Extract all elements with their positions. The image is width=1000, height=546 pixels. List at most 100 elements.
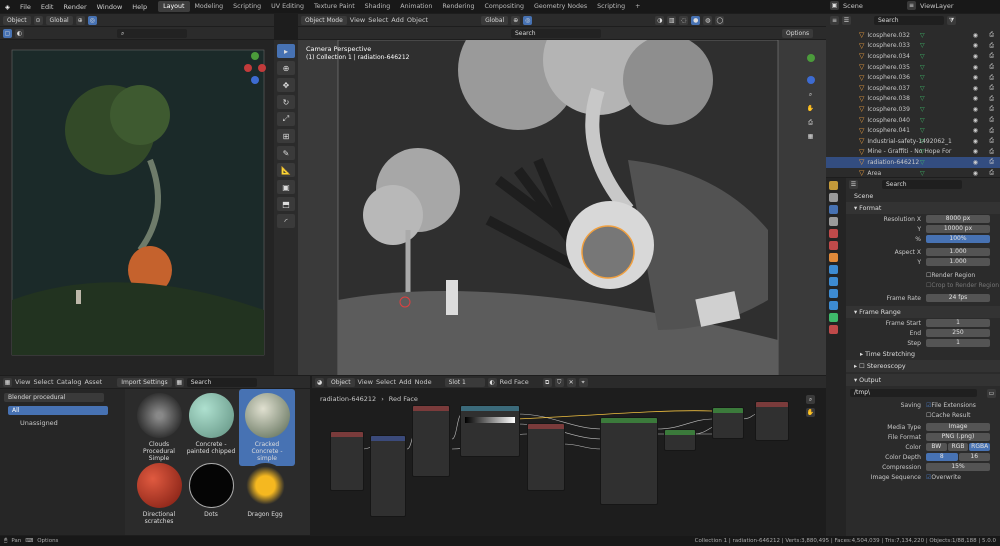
camera-toggle-icon[interactable]: ⎙ (806, 118, 815, 127)
annotate-tool-icon[interactable]: ✎ (277, 146, 295, 160)
outliner-row[interactable]: ▽ Icosphere.039 ▽ ◉ ⎙ (826, 104, 1000, 115)
fake-user-icon[interactable]: ⛉ (554, 377, 564, 387)
output-path-field[interactable]: /tmp\ (850, 388, 977, 398)
menu-edit[interactable]: Edit (36, 3, 59, 11)
outliner-row[interactable]: ▽ Icosphere.037 ▽ ◉ ⎙ (826, 83, 1000, 94)
particles-tab-icon[interactable] (829, 277, 838, 286)
viewport-search[interactable]: Search (511, 28, 601, 38)
color-rgba-button[interactable]: RGBA (969, 442, 991, 452)
node-menu-view[interactable]: View (358, 378, 373, 386)
material-name[interactable]: Red Face (500, 378, 540, 386)
unlink-material-icon[interactable]: ✕ (566, 377, 576, 387)
viewlayer-icon[interactable]: ≡ (907, 1, 916, 10)
outliner-row[interactable]: ▽ Icosphere.038 ▽ ◉ ⎙ (826, 94, 1000, 105)
tab-shading[interactable]: Shading (360, 1, 396, 12)
visibility-eye-icon[interactable]: ◉ (973, 159, 978, 166)
visibility-eye-icon[interactable]: ◉ (973, 138, 978, 145)
add-workspace-icon[interactable]: + (630, 1, 645, 12)
camera-mode-dropdown[interactable]: Object (3, 15, 31, 25)
render-camera-icon[interactable]: ⎙ (989, 137, 994, 145)
perspective-toggle-icon[interactable]: ▦ (806, 132, 815, 141)
menu-file[interactable]: File (15, 3, 36, 11)
properties-editor-icon[interactable]: ☰ (849, 179, 858, 189)
outliner-row[interactable]: ▽ Mine - Graffiti - No Hope For ▽ ◉ ⎙ (826, 147, 1000, 158)
node-pan-icon[interactable]: ✋ (806, 408, 815, 417)
overlay-icon[interactable]: ◑ (655, 15, 665, 25)
transform-pivot-icon[interactable]: ⊙ (33, 15, 43, 25)
render-camera-icon[interactable]: ⎙ (989, 52, 994, 60)
render-tab-icon[interactable] (829, 193, 838, 202)
asset-dots[interactable]: Dots (185, 463, 237, 518)
proportional-icon[interactable]: ◎ (87, 15, 97, 25)
frame-rate-dropdown[interactable]: 24 fps (926, 293, 990, 303)
node-editor-icon[interactable]: ◕ (315, 377, 324, 387)
asset-menu-view[interactable]: View (15, 378, 30, 386)
render-camera-icon[interactable]: ⎙ (989, 127, 994, 135)
outliner-display-mode-icon[interactable]: ☰ (842, 15, 851, 25)
render-camera-icon[interactable]: ⎙ (989, 42, 994, 50)
camera-search[interactable]: ⌕ (117, 28, 187, 38)
file-format-dropdown[interactable]: PNG (.png) (926, 432, 990, 442)
format-section-header[interactable]: ▾ Format (846, 202, 1000, 214)
pin-icon[interactable]: ⌖ (578, 377, 588, 387)
shading-wireframe-icon[interactable]: ◌ (679, 15, 689, 25)
rotate-tool-icon[interactable]: ↻ (277, 95, 295, 109)
viewport-snap-icon[interactable]: ⊕ (511, 15, 521, 25)
add-cube-tool-icon[interactable]: ▣ (277, 180, 295, 194)
outliner-row[interactable]: ▽ Icosphere.032 ▽ ◉ ⎙ (826, 30, 1000, 41)
visibility-eye-icon[interactable]: ◉ (973, 74, 978, 81)
folder-icon[interactable]: ▭ (987, 388, 996, 398)
asset-search[interactable]: Search (186, 377, 257, 387)
visibility-eye-icon[interactable]: ◉ (973, 32, 978, 39)
import-settings-dropdown[interactable]: Import Settings (117, 377, 172, 387)
asset-menu-select[interactable]: Select (33, 378, 53, 386)
data-tab-icon[interactable] (829, 313, 838, 322)
asset-editor-icon[interactable]: ▦ (3, 377, 12, 387)
world-tab-icon[interactable] (829, 241, 838, 250)
node-principled-bsdf[interactable] (600, 417, 658, 505)
depth-8-button[interactable]: 8 (926, 452, 958, 462)
viewport-proportional-icon[interactable]: ◎ (523, 15, 533, 25)
render-camera-icon[interactable]: ⎙ (989, 31, 994, 39)
stereoscopy-header[interactable]: ▸ ☐ Stereoscopy (846, 360, 1000, 372)
visibility-eye-icon[interactable]: ◉ (973, 53, 978, 60)
scene-tab-icon[interactable] (829, 229, 838, 238)
menu-help[interactable]: Help (127, 3, 152, 11)
visibility-eye-icon[interactable]: ◉ (973, 127, 978, 134)
shading-solid-icon[interactable]: ● (691, 15, 701, 25)
node-menu-node[interactable]: Node (415, 378, 432, 386)
node-object-dropdown[interactable]: Object (327, 377, 355, 387)
constraints-tab-icon[interactable] (829, 301, 838, 310)
outliner-row[interactable]: ▽ Industrial-safety-1492062_1 ▽ ◉ ⎙ (826, 136, 1000, 147)
catalog-unassigned[interactable]: Unassigned (20, 419, 105, 427)
node-material-output[interactable] (755, 401, 789, 441)
transform-tool-icon[interactable]: ⊞ (277, 129, 295, 143)
scale-tool-icon[interactable]: ⤢ (277, 112, 295, 126)
render-camera-icon[interactable]: ⎙ (989, 74, 994, 82)
outliner-search[interactable]: Search (874, 15, 944, 25)
visibility-eye-icon[interactable]: ◉ (973, 148, 978, 155)
camera-view-icon[interactable]: ◐ (15, 28, 24, 38)
viewport-nav-gizmo[interactable] (796, 50, 826, 92)
depth-16-button[interactable]: 16 (958, 452, 990, 462)
measure-tool-icon[interactable]: 📐 (277, 163, 295, 177)
node-mix-shader[interactable] (712, 407, 744, 439)
node-texture-coordinate[interactable] (330, 431, 364, 491)
duplicate-material-icon[interactable]: ⧉ (542, 377, 552, 387)
frame-end-field[interactable]: 250 (926, 328, 990, 338)
menu-render[interactable]: Render (58, 3, 91, 11)
render-camera-icon[interactable]: ⎙ (989, 95, 994, 103)
asset-cracked-concrete[interactable]: Cracked Concrete - simple (239, 389, 295, 466)
filter-icon[interactable]: ⧩ (947, 15, 956, 25)
tab-animation[interactable]: Animation (395, 1, 437, 12)
view-layer-tab-icon[interactable] (829, 217, 838, 226)
res-y-field[interactable]: 10000 px (926, 224, 990, 234)
node-noise-texture[interactable] (412, 405, 450, 477)
tab-modeling[interactable]: Modeling (190, 1, 229, 12)
tab-rendering[interactable]: Rendering (437, 1, 479, 12)
node-menu-select[interactable]: Select (376, 378, 396, 386)
cursor-tool-icon[interactable]: ⊕ (277, 61, 295, 75)
asset-menu-catalog[interactable]: Catalog (57, 378, 82, 386)
viewport-menu-select[interactable]: Select (368, 16, 388, 24)
res-x-field[interactable]: 8000 px (926, 214, 990, 224)
